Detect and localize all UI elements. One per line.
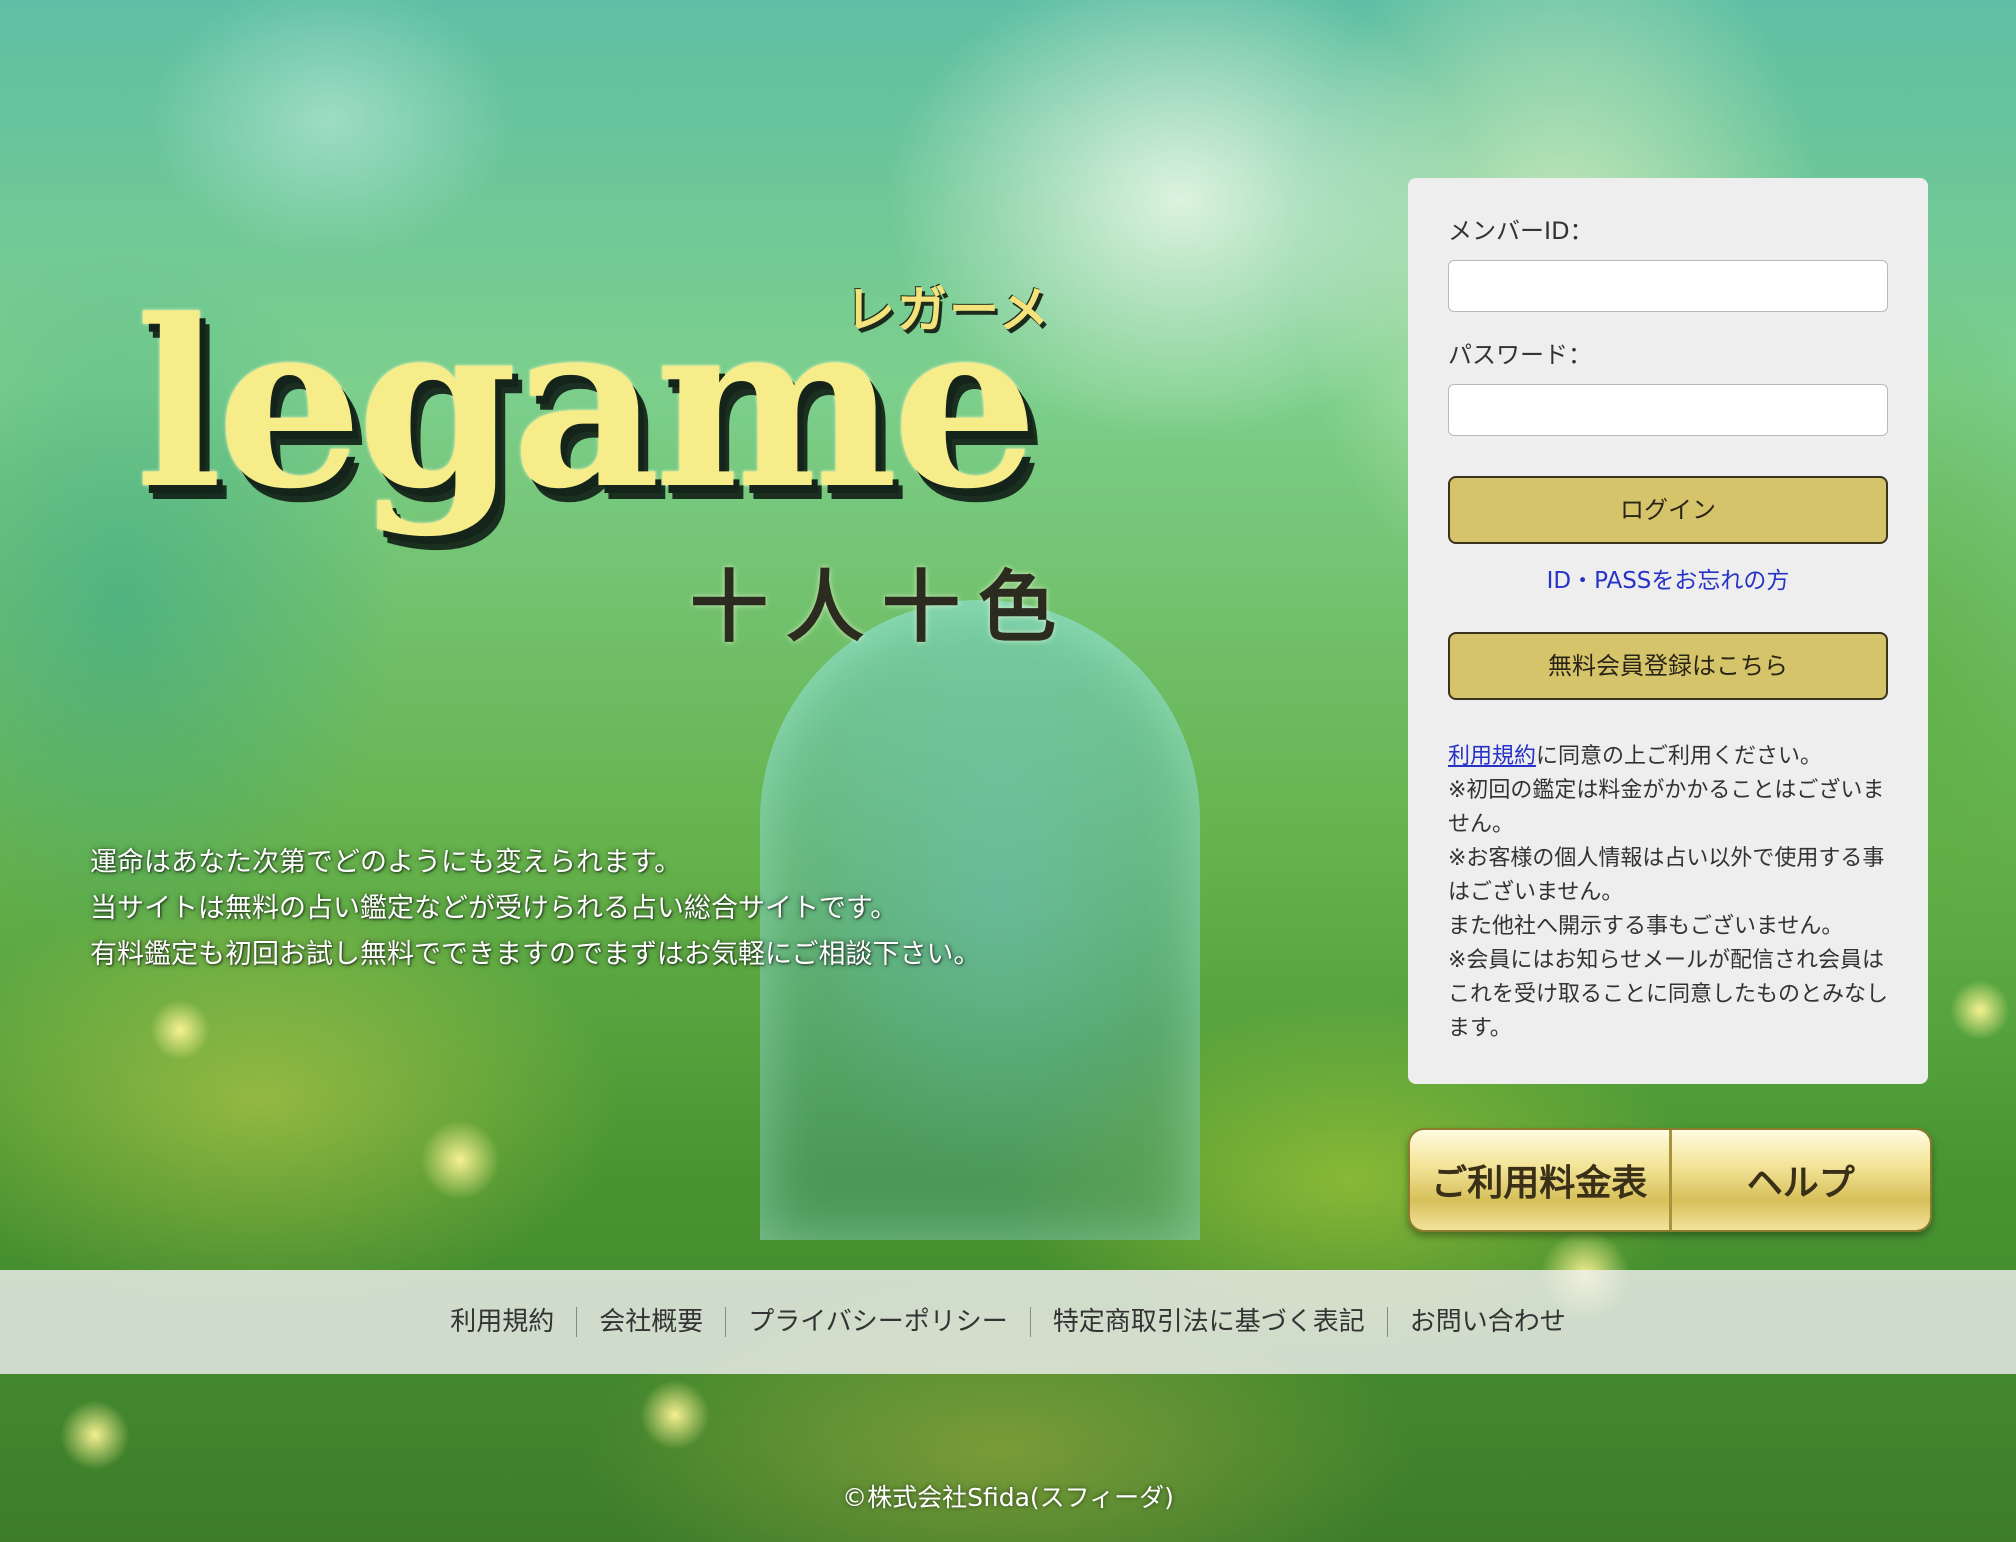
note-line: ※初回の鑑定は料金がかかることはございません。 (1448, 778, 1885, 837)
intro-line: 当サイトは無料の占い鑑定などが受けられる占い総合サイトです。 (90, 893, 898, 924)
password-input[interactable] (1448, 384, 1888, 436)
site-logo: legame (135, 270, 1038, 540)
note-line: ※お客様の個人情報は占い以外で使用する事はございません。 (1448, 846, 1885, 905)
footer-link-commerce-law[interactable]: 特定商取引法に基づく表記 (1031, 1307, 1387, 1337)
logo-subtitle: 十人十色 (690, 563, 1075, 653)
register-button[interactable]: 無料会員登録はこちら (1448, 632, 1888, 700)
footer-nav: 利用規約 会社概要 プライバシーポリシー 特定商取引法に基づく表記 お問い合わせ (0, 1270, 2016, 1374)
login-button[interactable]: ログイン (1448, 476, 1888, 544)
side-button-group: ご利用料金表 ヘルプ (1408, 1128, 1932, 1232)
password-label: パスワード： (1448, 341, 1592, 369)
sparkle (640, 1380, 710, 1450)
login-notes: 利用規約に同意の上ご利用ください。 ※初回の鑑定は料金がかかることはございません… (1448, 740, 1888, 1046)
intro-line: 運命はあなた次第でどのようにも変えられます。 (90, 847, 682, 878)
sparkle (420, 1120, 500, 1200)
member-id-input[interactable] (1448, 260, 1888, 312)
forgot-credentials-link[interactable]: ID・PASSをお忘れの方 (1448, 566, 1888, 596)
footer-link-company[interactable]: 会社概要 (577, 1307, 725, 1337)
terms-note: 利用規約に同意の上ご利用ください。 (1448, 740, 1888, 774)
note-line: ※会員にはお知らせメールが配信され会員はこれを受け取ることに同意したものとみなし… (1448, 948, 1889, 1041)
sparkle (150, 1000, 210, 1060)
intro-text: 運命はあなた次第でどのようにも変えられます。 当サイトは無料の占い鑑定などが受け… (90, 840, 1190, 978)
sparkle (60, 1400, 130, 1470)
sparkle (1950, 980, 2010, 1040)
copyright: ©株式会社Sfida(スフィーダ) (842, 1483, 1174, 1512)
footer-link-privacy[interactable]: プライバシーポリシー (726, 1307, 1029, 1337)
price-table-button[interactable]: ご利用料金表 (1410, 1130, 1669, 1230)
footer-link-contact[interactable]: お問い合わせ (1388, 1307, 1588, 1337)
help-button[interactable]: ヘルプ (1668, 1130, 1930, 1230)
note-line: また他社へ開示する事もございません。 (1448, 914, 1844, 939)
terms-suffix: に同意の上ご利用ください。 (1536, 744, 1823, 769)
intro-line: 有料鑑定も初回お試し無料でできますのでまずはお気軽にご相談下さい。 (90, 939, 981, 970)
footer-link-terms[interactable]: 利用規約 (428, 1307, 576, 1337)
member-id-label: メンバーID： (1448, 217, 1594, 245)
terms-link[interactable]: 利用規約 (1448, 744, 1536, 769)
login-panel: メンバーID： パスワード： ログイン ID・PASSをお忘れの方 無料会員登録… (1408, 178, 1928, 1084)
